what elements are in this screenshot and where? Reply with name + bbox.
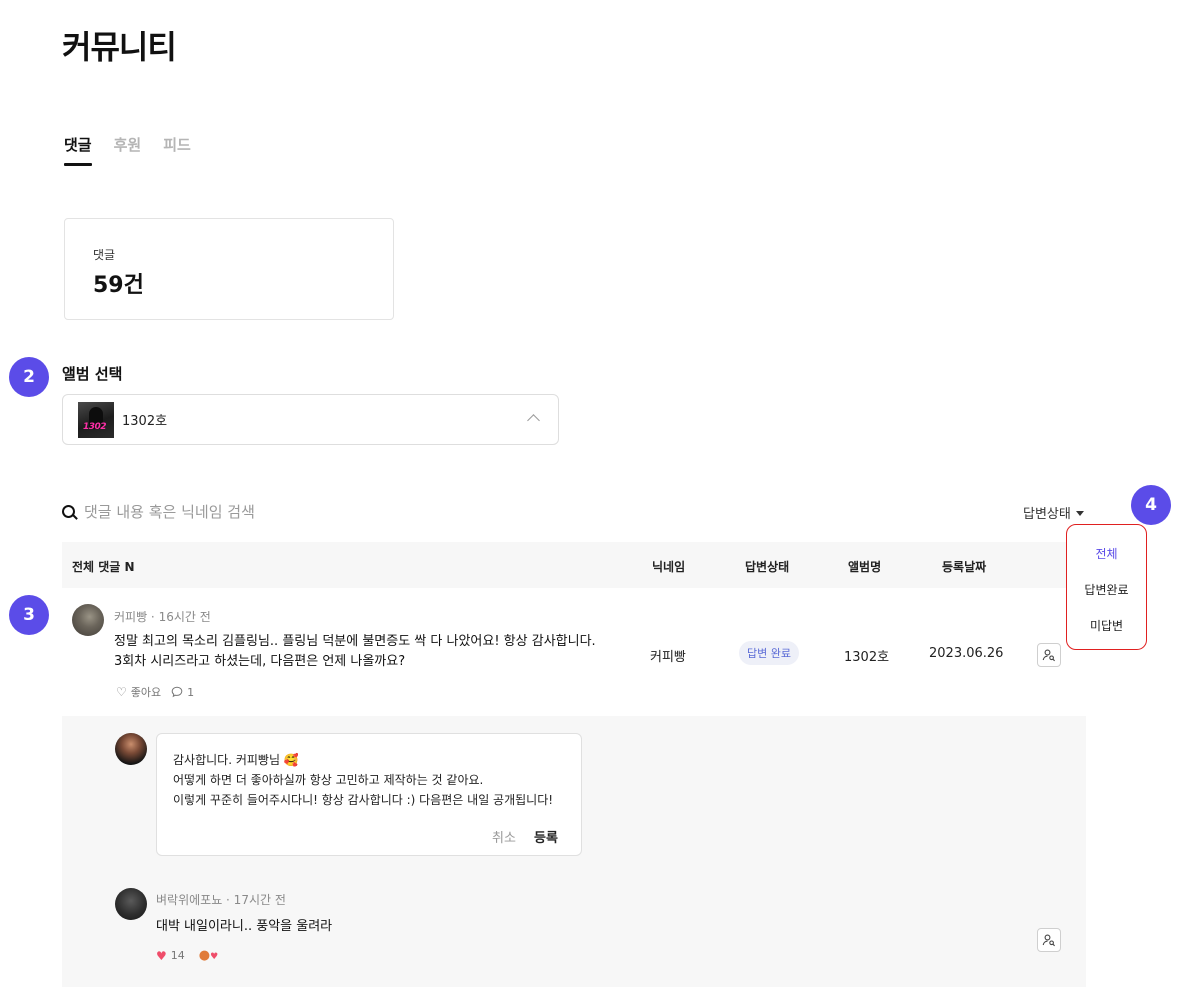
like-button[interactable]: ♥ 14 [156,949,185,963]
avatar [72,604,104,636]
header-album: 앨범명 [848,560,882,574]
answer-status-filter[interactable]: 답변상태 [1023,503,1084,522]
tab-bar: 댓글 후원 피드 [64,134,191,166]
date-cell: 2023.06.26 [929,646,1004,661]
reply-section: 감사합니다. 커피빵님 🥰 어떻게 하면 더 좋아하실까 항상 고민하고 제작하… [62,716,1086,987]
step-marker-3: 3 [9,595,49,635]
comment-line: 3회차 시리즈라고 하셨는데, 다음편은 언제 나올까요? [114,654,406,669]
comment-text: 정말 최고의 목소리 김플링님.. 플링님 덕분에 불면증도 싹 다 나았어요!… [114,632,596,672]
user-search-icon [1042,934,1055,947]
user-search-button[interactable] [1037,643,1061,667]
tab-support[interactable]: 후원 [114,134,142,165]
comment-meta: 벼락위에포뇨 · 17시간 전 [156,893,286,907]
user-search-icon [1042,649,1055,662]
reply-text[interactable]: 감사합니다. 커피빵님 🥰 어떻게 하면 더 좋아하실까 항상 고민하고 제작하… [173,750,553,810]
user-search-button[interactable] [1037,928,1061,952]
table-header: 전체 댓글 N 닉네임 답변상태 앨범명 등록날짜 [62,542,1086,588]
heart-filled-icon: ♥ [156,948,167,963]
tab-comments[interactable]: 댓글 [64,134,92,166]
reply-count-button[interactable]: 1 [171,686,194,699]
comment-meta: 커피빵 · 16시간 전 [114,610,211,624]
album-select-label: 앨범 선택 [62,365,123,383]
album-select[interactable]: 1302 1302호 [62,394,559,445]
header-answer-status: 답변상태 [745,560,790,574]
like-count: 14 [170,949,185,962]
stat-value: 59건 [93,273,144,298]
header-date: 등록날짜 [942,560,987,574]
album-selected-value: 1302호 [122,414,168,429]
dropdown-option-unanswered[interactable]: 미답변 [1067,617,1146,634]
header-nickname: 닉네임 [652,560,686,574]
reply-line: 이렇게 꾸준히 들어주시다니! 항상 감사합니다 :) 다음편은 내일 공개됩니… [173,793,554,807]
search-icon [62,504,77,520]
step-marker-2: 2 [9,357,49,397]
nickname-cell: 커피빵 [650,650,686,665]
stat-label: 댓글 [93,248,116,262]
header-all-comments: 전체 댓글 N [72,560,135,574]
album-cover-text: 1302 [83,421,107,432]
dropdown-option-answered[interactable]: 답변완료 [1067,581,1146,598]
reply-line: 감사합니다. 커피빵님 🥰 [173,753,299,767]
emoji-reaction-icon[interactable]: ●♥ [199,948,218,963]
avatar [115,733,147,765]
comment-line: 정말 최고의 목소리 김플링님.. 플링님 덕분에 불면증도 싹 다 나았어요!… [114,634,596,649]
submit-button[interactable]: 등록 [534,827,558,846]
answer-status-dropdown: 전체 답변완료 미답변 [1066,524,1147,650]
avatar [115,888,147,920]
table-row: 커피빵 · 16시간 전 정말 최고의 목소리 김플링님.. 플링님 덕분에 불… [62,588,1086,716]
search-input[interactable] [84,503,384,521]
dropdown-option-all[interactable]: 전체 [1067,545,1146,562]
step-marker-4: 4 [1131,485,1171,525]
heart-outline-icon: ♡ [116,685,127,699]
comment-count-card: 댓글 59건 [64,218,394,320]
comment-actions: ♥ 14 ●♥ [156,948,218,963]
page-title: 커뮤니티 [62,28,177,66]
reply-line: 어떻게 하면 더 좋아하실까 항상 고민하고 제작하는 것 같아요. [173,773,484,787]
reply-count: 1 [187,685,195,699]
album-cell: 1302호 [844,650,890,665]
status-badge: 답변 완료 [739,641,799,665]
tab-feed[interactable]: 피드 [163,134,191,165]
cancel-button[interactable]: 취소 [492,827,516,846]
comment-text: 대박 내일이라니.. 풍악을 울려라 [156,919,333,934]
answer-status-filter-label: 답변상태 [1023,507,1071,522]
reply-box[interactable]: 감사합니다. 커피빵님 🥰 어떻게 하면 더 좋아하실까 항상 고민하고 제작하… [156,733,582,856]
caret-down-icon [1075,511,1084,516]
search-bar [62,503,384,521]
album-cover-thumbnail: 1302 [78,401,114,438]
like-label: 좋아요 [130,686,162,699]
chevron-up-icon [527,414,540,427]
like-button[interactable]: ♡ 좋아요 [116,684,161,700]
speech-bubble-icon [171,686,183,698]
comment-actions: ♡ 좋아요 1 [116,684,194,700]
